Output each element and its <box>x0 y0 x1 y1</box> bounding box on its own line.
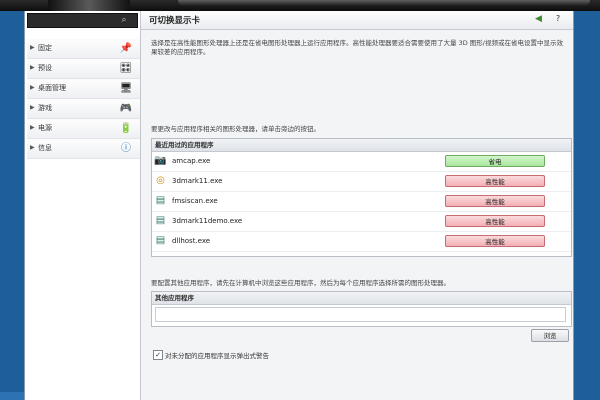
sidebar-item-label: 信息 <box>38 144 52 152</box>
gpu-mode-button[interactable]: 高性能 <box>445 235 545 247</box>
app-name: dllhost.exe <box>172 237 211 245</box>
app-path-field[interactable] <box>155 307 566 322</box>
expand-arrow-icon: ▶ <box>30 64 35 71</box>
vendor-logo <box>48 0 130 11</box>
help-icon[interactable]: ? <box>553 14 563 24</box>
sidebar-item-power[interactable]: ▶ 电源 🔋 <box>27 119 140 139</box>
sidebar-item-presets[interactable]: ▶ 预设 🎛 <box>27 59 140 79</box>
3dmark-icon: ◎ <box>156 175 165 186</box>
search-box: ⌕ <box>27 13 138 28</box>
expand-arrow-icon: ▶ <box>30 144 35 151</box>
sidebar-item-gaming[interactable]: ▶ 游戏 🎮 <box>27 99 140 119</box>
app-row: ▤ fmsiscan.exe 高性能 <box>152 192 571 212</box>
panel-title-bar: 可切换显示卡 ◀ ? <box>141 11 573 30</box>
sidebar-item-information[interactable]: ▶ 信息 ⓘ <box>27 139 140 159</box>
gpu-mode-button[interactable]: 高性能 <box>445 215 545 227</box>
app-name: 3dmark11demo.exe <box>172 217 243 225</box>
page-title: 可切换显示卡 <box>149 16 201 26</box>
sidebar-nav: ▶ 固定 📌 ▶ 预设 🎛 ▶ 桌面管理 🖥 ▶ 游戏 🎮 ▶ 电源 🔋 ▶ 信… <box>27 39 140 159</box>
search-icon[interactable]: ⌕ <box>118 15 130 26</box>
sidebar-item-label: 固定 <box>38 44 52 52</box>
app-row: ◎ 3dmark11.exe 高性能 <box>152 172 571 192</box>
recent-apps-group: 最近用过的应用程序 📷 amcap.exe 省电 ◎ 3dmark11.exe … <box>151 138 572 257</box>
info-icon: ⓘ <box>121 143 131 154</box>
app-name: 3dmark11.exe <box>172 177 223 185</box>
header-gloss <box>178 0 590 6</box>
preset-icon: 🎛 <box>119 63 133 74</box>
sidebar-item-label: 预设 <box>38 64 52 72</box>
browse-button[interactable]: 浏览 <box>531 329 569 342</box>
gpu-mode-button[interactable]: 高性能 <box>445 195 545 207</box>
pin-icon: 📌 <box>119 43 133 54</box>
instruction-text: 要更改与应用程序相关的图形处理器，请单击旁边的按钮。 <box>151 125 320 133</box>
expand-arrow-icon: ▶ <box>30 84 35 91</box>
expand-arrow-icon: ▶ <box>30 104 35 111</box>
search-input[interactable] <box>30 15 114 26</box>
recent-apps-header: 最近用过的应用程序 <box>152 139 571 152</box>
app-row: ▤ dllhost.exe 高性能 <box>152 232 571 252</box>
app-header-bar <box>0 0 600 11</box>
back-arrow-icon[interactable]: ◀ <box>535 14 542 24</box>
battery-icon: 🔋 <box>119 123 133 134</box>
gpu-mode-button[interactable]: 省电 <box>445 155 545 167</box>
other-apps-group: 其他应用程序 <box>151 291 572 327</box>
sidebar-item-label: 游戏 <box>38 104 52 112</box>
sidebar-item-label: 桌面管理 <box>38 84 66 92</box>
app-file-icon: ▤ <box>155 195 166 206</box>
desktop-edge <box>0 392 24 400</box>
control-center-window: ⌕ ▶ 固定 📌 ▶ 预设 🎛 ▶ 桌面管理 🖥 ▶ 游戏 🎮 ▶ 电源 🔋 ▶… <box>24 11 574 400</box>
sidebar-item-pinned[interactable]: ▶ 固定 📌 <box>27 39 140 59</box>
desktop-icon: 🖥 <box>119 83 133 94</box>
main-panel: 可切换显示卡 ◀ ? 选择是在高性能图形处理器上还是在省电图形处理器上运行应用程… <box>141 11 573 400</box>
sidebar-item-desktop-management[interactable]: ▶ 桌面管理 🖥 <box>27 79 140 99</box>
gpu-mode-button[interactable]: 高性能 <box>445 175 545 187</box>
expand-arrow-icon: ▶ <box>30 124 35 131</box>
webcam-icon: 📷 <box>154 155 167 166</box>
popup-warning-label: 对未分配的应用程序显示弹出式警告 <box>165 352 269 360</box>
app-file-icon: ▤ <box>155 215 166 226</box>
app-row: ▤ 3dmark11demo.exe 高性能 <box>152 212 571 232</box>
sidebar-item-label: 电源 <box>38 124 52 132</box>
page-description: 选择是在高性能图形处理器上还是在省电图形处理器上运行应用程序。高性能处理器要适合… <box>151 39 563 56</box>
expand-arrow-icon: ▶ <box>30 44 35 51</box>
app-name: amcap.exe <box>172 157 211 165</box>
app-name: fmsiscan.exe <box>172 197 218 205</box>
other-apps-instruction: 要配置其他应用程序，请先在计算机中浏览这些应用程序，然后为每个应用程序选择所需的… <box>151 279 450 287</box>
sidebar: ⌕ ▶ 固定 📌 ▶ 预设 🎛 ▶ 桌面管理 🖥 ▶ 游戏 🎮 ▶ 电源 🔋 ▶… <box>25 11 141 400</box>
popup-warning-checkbox[interactable]: ✓ <box>153 350 163 360</box>
app-row: 📷 amcap.exe 省电 <box>152 152 571 172</box>
other-apps-header: 其他应用程序 <box>152 292 571 305</box>
gamepad-icon: 🎮 <box>119 103 133 114</box>
app-file-icon: ▤ <box>155 235 166 246</box>
